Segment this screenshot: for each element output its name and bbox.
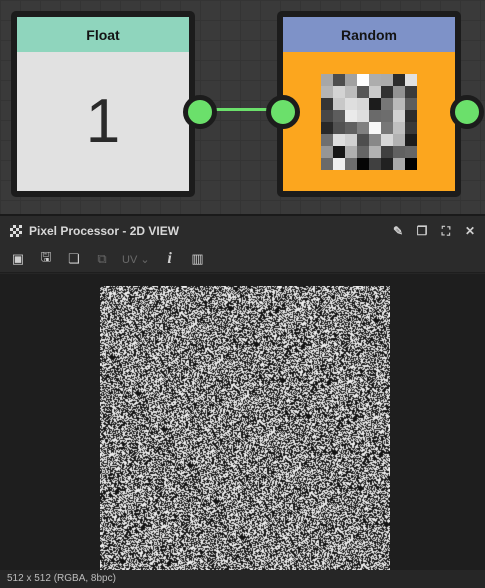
thumbnail-cell [405, 145, 417, 158]
thumbnail-cell [357, 109, 369, 122]
maximize-icon[interactable]: ⛶ [439, 224, 453, 239]
connection-wire [212, 108, 272, 111]
close-icon[interactable]: ✕ [463, 224, 477, 238]
thumbnail-cell [333, 85, 345, 98]
thumbnail-cell [357, 85, 369, 98]
status-bar: 512 x 512 (RGBA, 8bpc) [0, 570, 485, 588]
node-body: 1 [17, 52, 189, 191]
thumbnail-cell [321, 73, 333, 86]
thumbnail-cell [393, 121, 405, 134]
thumbnail-cell [393, 109, 405, 122]
thumbnail-cell [369, 97, 381, 110]
random-input-port[interactable] [266, 95, 300, 129]
node-graph[interactable]: Float 1 Random [0, 0, 485, 214]
thumbnail-cell [369, 73, 381, 86]
save-icon[interactable]: 🖫 [38, 248, 54, 270]
thumbnail-cell [405, 157, 417, 170]
thumbnail-cell [381, 85, 393, 98]
thumbnail-cell [321, 109, 333, 122]
checker-icon [10, 225, 22, 237]
thumbnail-cell [369, 145, 381, 158]
float-output-port[interactable] [183, 95, 217, 129]
thumbnail-cell [333, 133, 345, 146]
thumbnail-cell [393, 157, 405, 170]
thumbnail-cell [357, 73, 369, 86]
thumbnail-cell [393, 145, 405, 158]
thumbnail-cell [345, 97, 357, 110]
view-toolbar: ▣ 🖫 ❏ ⧉ UV ⌄ i ▥ [0, 246, 485, 273]
random-output-port[interactable] [450, 95, 484, 129]
thumbnail-cell [381, 133, 393, 146]
thumbnail-cell [393, 133, 405, 146]
thumbnail-cell [333, 145, 345, 158]
thumbnail-cell [381, 145, 393, 158]
thumbnail-cell [381, 121, 393, 134]
thumbnail-cell [369, 109, 381, 122]
thumbnail-cell [405, 133, 417, 146]
thumbnail-cell [321, 97, 333, 110]
thumbnail-cell [369, 121, 381, 134]
thumbnail-cell [357, 133, 369, 146]
thumbnail-cell [333, 109, 345, 122]
thumbnail-cell [321, 133, 333, 146]
thumbnail-cell [381, 157, 393, 170]
info-icon[interactable]: i [162, 250, 178, 268]
thumbnail-cell [333, 121, 345, 134]
pin-icon[interactable]: ✎ [391, 224, 405, 238]
thumbnail-cell [393, 85, 405, 98]
thumbnail-cell [393, 73, 405, 86]
thumbnail-cell [357, 157, 369, 170]
thumbnail-cell [357, 97, 369, 110]
thumbnail-cell [369, 85, 381, 98]
thumbnail-cell [345, 157, 357, 170]
image-viewport[interactable] [0, 274, 485, 576]
float-value: 1 [85, 87, 121, 156]
uv-label: UV [122, 253, 138, 266]
thumbnail-cell [357, 121, 369, 134]
copy-icon[interactable]: ❏ [66, 251, 82, 267]
view-options-icon[interactable]: ▣ [10, 251, 26, 267]
image-info: 512 x 512 (RGBA, 8bpc) [7, 573, 116, 584]
thumbnail-cell [369, 157, 381, 170]
restore-icon[interactable]: ❐ [415, 224, 429, 238]
thumbnail-cell [345, 133, 357, 146]
thumbnail-cell [369, 133, 381, 146]
thumbnail-cell [321, 157, 333, 170]
2d-view-panel: Pixel Processor - 2D VIEW ✎ ❐ ⛶ ✕ ▣ 🖫 ❏ … [0, 214, 485, 588]
thumbnail-cell [405, 109, 417, 122]
thumbnail-cell [321, 145, 333, 158]
node-title: Float [17, 17, 189, 52]
float-node[interactable]: Float 1 [11, 11, 195, 197]
thumbnail-cell [321, 85, 333, 98]
thumbnail-cell [345, 121, 357, 134]
thumbnail-cell [405, 121, 417, 134]
thumbnail-cell [321, 121, 333, 134]
thumbnail-cell [333, 97, 345, 110]
thumbnail-cell [393, 97, 405, 110]
thumbnail-cell [345, 145, 357, 158]
thumbnail-cell [345, 85, 357, 98]
thumbnail-cell [381, 97, 393, 110]
thumbnail-cell [381, 109, 393, 122]
thumbnail-cell [405, 85, 417, 98]
random-thumbnail [321, 73, 417, 170]
thumbnail-cell [333, 73, 345, 86]
thumbnail-cell [405, 97, 417, 110]
random-node[interactable]: Random [277, 11, 461, 197]
thumbnail-cell [345, 73, 357, 86]
histogram-icon[interactable]: ▥ [190, 251, 206, 267]
link-icon[interactable]: ⧉ [94, 251, 110, 267]
thumbnail-cell [357, 145, 369, 158]
thumbnail-cell [381, 73, 393, 86]
thumbnail-cell [345, 109, 357, 122]
panel-titlebar: Pixel Processor - 2D VIEW ✎ ❐ ⛶ ✕ [0, 216, 485, 246]
uv-dropdown[interactable]: UV ⌄ [122, 253, 150, 266]
node-body [283, 52, 455, 191]
node-title: Random [283, 17, 455, 52]
noise-preview-image [100, 286, 390, 576]
thumbnail-cell [333, 157, 345, 170]
thumbnail-cell [405, 73, 417, 86]
panel-title: Pixel Processor - 2D VIEW [29, 224, 180, 238]
